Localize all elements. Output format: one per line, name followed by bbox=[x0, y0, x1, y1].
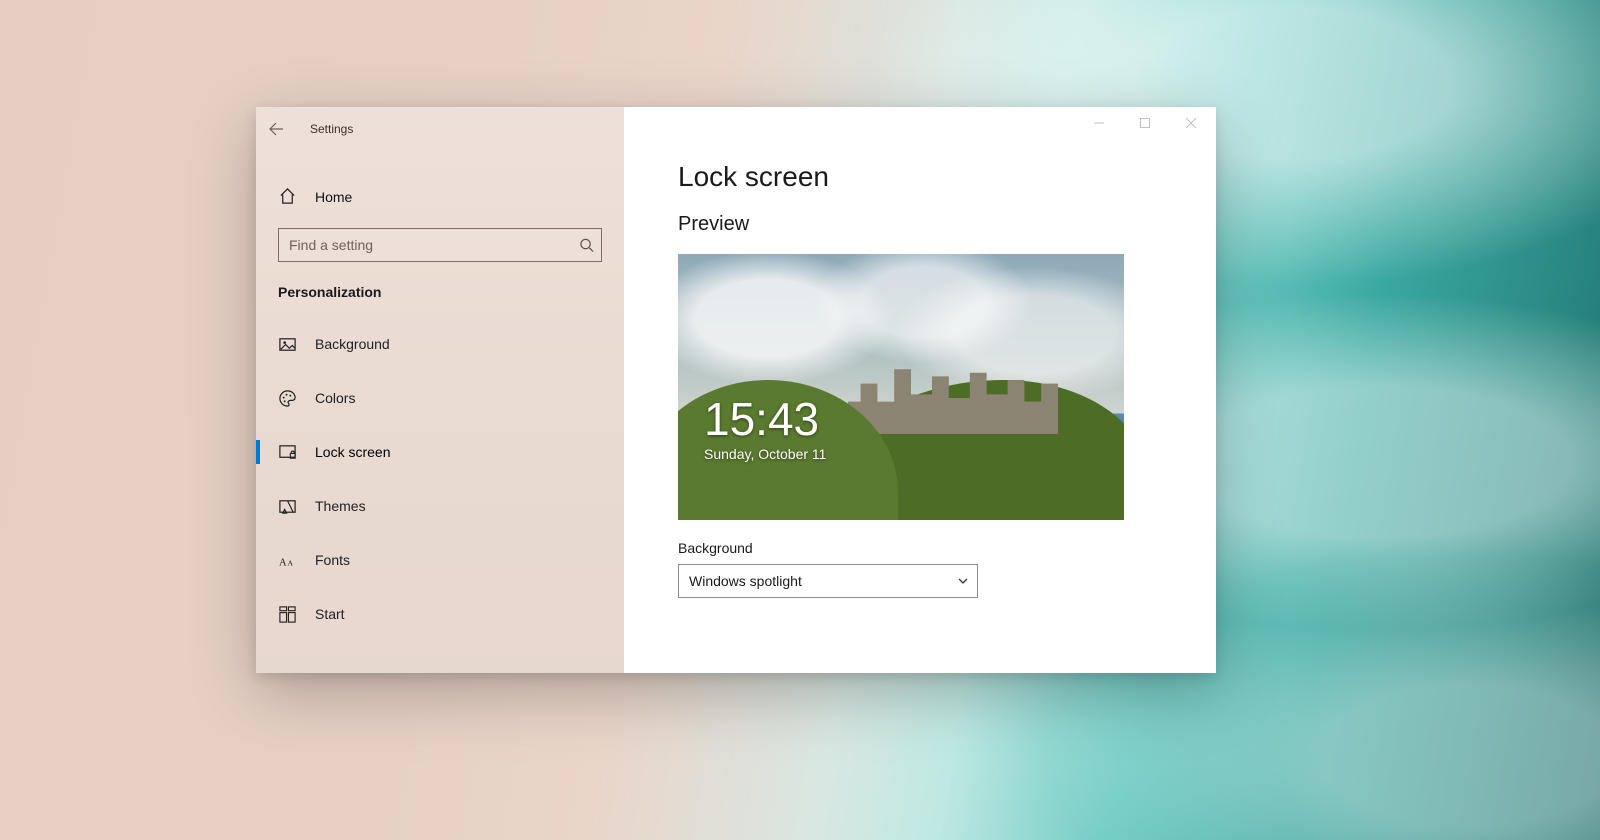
sidebar-item-themes[interactable]: Themes bbox=[256, 484, 624, 528]
settings-window: Settings Home Personalization bbox=[256, 107, 1216, 673]
themes-icon bbox=[278, 497, 297, 516]
lock-screen-icon bbox=[278, 443, 297, 462]
sidebar-nav: Background Colors Lock screen bbox=[256, 322, 624, 636]
sidebar-item-label: Start bbox=[315, 606, 345, 622]
search-input[interactable] bbox=[278, 228, 602, 262]
lock-screen-preview: 15:43 Sunday, October 11 bbox=[678, 254, 1124, 520]
palette-icon bbox=[278, 389, 297, 408]
preview-heading: Preview bbox=[678, 213, 1190, 236]
sidebar-item-label: Colors bbox=[315, 390, 355, 406]
svg-text:A: A bbox=[279, 557, 287, 568]
home-icon bbox=[278, 187, 297, 206]
window-title: Settings bbox=[310, 122, 353, 136]
sidebar-item-label: Fonts bbox=[315, 552, 350, 568]
search-icon bbox=[579, 238, 594, 253]
sidebar-category: Personalization bbox=[256, 262, 624, 308]
sidebar-home-label: Home bbox=[315, 189, 352, 205]
minimize-icon bbox=[1093, 117, 1105, 129]
search-wrap bbox=[278, 228, 602, 262]
preview-date: Sunday, October 11 bbox=[704, 446, 826, 462]
page-title: Lock screen bbox=[678, 161, 1190, 193]
fonts-icon: A A bbox=[278, 551, 297, 570]
titlebar-right bbox=[624, 107, 1216, 139]
background-dropdown-value: Windows spotlight bbox=[689, 573, 802, 589]
sidebar-item-label: Background bbox=[315, 336, 390, 352]
sidebar-item-colors[interactable]: Colors bbox=[256, 376, 624, 420]
preview-time: 15:43 bbox=[704, 396, 826, 442]
sidebar-item-label: Lock screen bbox=[315, 444, 390, 460]
preview-clock: 15:43 Sunday, October 11 bbox=[704, 396, 826, 462]
chevron-down-icon bbox=[957, 575, 969, 587]
maximize-icon bbox=[1139, 117, 1151, 129]
sidebar: Settings Home Personalization bbox=[256, 107, 624, 673]
close-icon bbox=[1185, 117, 1197, 129]
close-button[interactable] bbox=[1168, 107, 1214, 139]
maximize-button[interactable] bbox=[1122, 107, 1168, 139]
sidebar-item-fonts[interactable]: A A Fonts bbox=[256, 538, 624, 582]
back-icon[interactable] bbox=[268, 121, 284, 137]
background-label: Background bbox=[678, 540, 1190, 556]
sidebar-home[interactable]: Home bbox=[256, 177, 624, 216]
titlebar-left: Settings bbox=[256, 113, 624, 145]
sidebar-item-start[interactable]: Start bbox=[256, 592, 624, 636]
start-icon bbox=[278, 605, 297, 624]
sidebar-item-label: Themes bbox=[315, 498, 366, 514]
svg-text:A: A bbox=[288, 558, 294, 567]
minimize-button[interactable] bbox=[1076, 107, 1122, 139]
content-pane: Lock screen Preview 15:43 Sunday, Octobe… bbox=[624, 107, 1216, 673]
background-dropdown[interactable]: Windows spotlight bbox=[678, 564, 978, 598]
sidebar-item-lock-screen[interactable]: Lock screen bbox=[256, 430, 624, 474]
picture-icon bbox=[278, 335, 297, 354]
sidebar-item-background[interactable]: Background bbox=[256, 322, 624, 366]
